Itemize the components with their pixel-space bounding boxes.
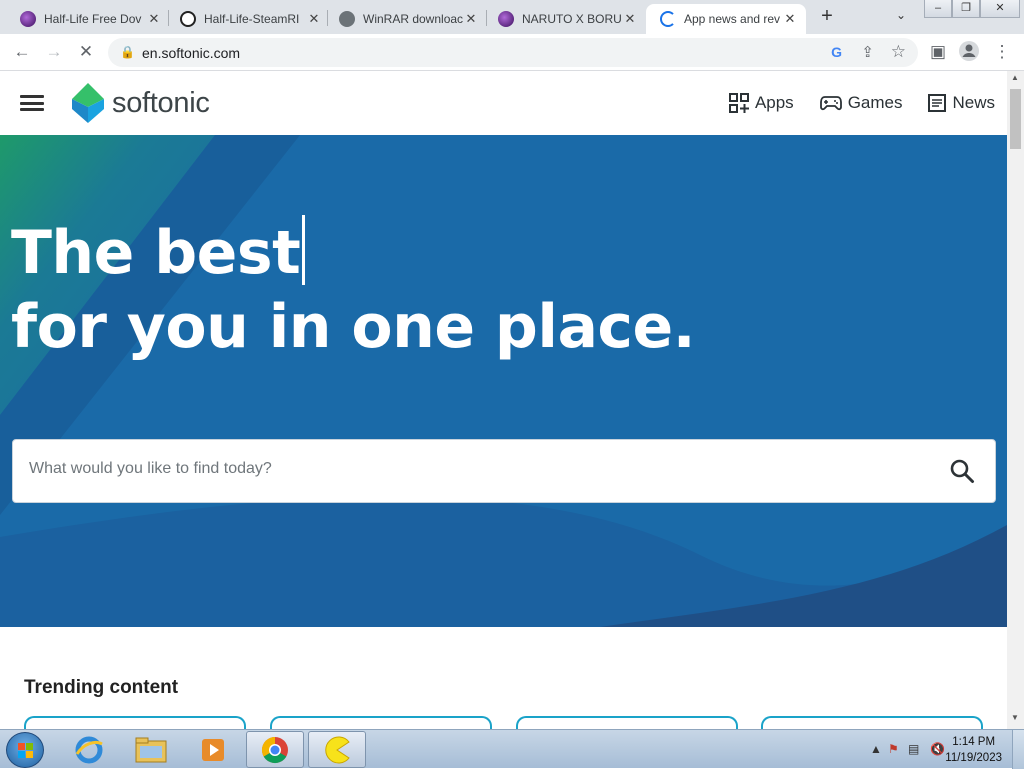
steam-icon [180,11,196,27]
hero-banner: The best for you in one place. [0,135,1007,627]
nav-news-label: News [952,93,995,112]
search-icon[interactable] [949,458,975,484]
browser-tab[interactable]: Half-Life-SteamRI ✕ [166,4,330,34]
trending-card[interactable] [270,716,492,729]
softonic-logo-icon [72,83,104,123]
minimize-button[interactable]: – [924,0,952,18]
search-box[interactable] [12,439,996,503]
volume-muted-icon[interactable]: 🔇 [930,742,945,756]
apps-grid-icon [728,93,749,113]
browser-tab-active[interactable]: App news and rev ✕ [646,4,806,34]
browser-tab[interactable]: NARUTO X BORU ✕ [484,4,646,34]
tab-search-chevron-icon[interactable]: ⌄ [896,8,906,22]
browser-toolbar: ← → ✕ 🔒 en.softonic.com G ⇪ ☆ ▣ ⋮ [0,34,1024,71]
close-tab-icon[interactable]: ✕ [146,11,162,27]
nav-games[interactable]: Games [819,93,903,113]
share-icon[interactable]: ⇪ [861,43,874,61]
clock-time: 1:14 PM [952,736,996,748]
close-tab-icon[interactable]: ✕ [782,11,798,27]
softonic-logo[interactable]: softonic [70,83,210,123]
search-input[interactable] [29,460,909,478]
main-nav: Apps Games News [728,93,995,113]
tab-title: Half-Life Free Dov [44,12,142,26]
tab-title: WinRAR downloac [363,12,463,26]
system-tray: ▲ ⚑ ▤ 🔇 1:14 PM 11/19/2023 [834,730,1024,769]
trending-card[interactable] [516,716,738,729]
network-icon[interactable]: ▤ [908,742,919,756]
loading-spinner-icon [660,11,676,27]
hero-heading: The best for you in one place. [11,215,695,364]
web-page: softonic Apps Games News The best for yo… [0,71,1007,729]
lock-icon[interactable]: 🔒 [120,45,135,59]
media-player-icon[interactable] [184,731,242,768]
tab-title: App news and rev [684,12,781,26]
back-arrow-icon[interactable]: ← [12,42,32,62]
pacman-game-icon[interactable] [308,731,366,768]
page-scrollbar[interactable]: ▲ ▼ [1007,71,1024,729]
globe-icon [339,11,355,27]
browser-tab[interactable]: Half-Life Free Dov ✕ [6,4,170,34]
window-controls: – ❐ ✕ [924,0,1020,18]
close-tab-icon[interactable]: ✕ [306,11,322,27]
stop-loading-icon[interactable]: ✕ [76,42,96,62]
nav-news[interactable]: News [928,93,995,113]
action-center-flag-icon[interactable]: ⚑ [888,742,899,756]
trending-card[interactable] [24,716,246,729]
purple-ball-icon [20,11,36,27]
scroll-up-arrow-icon[interactable]: ▲ [1011,73,1019,82]
side-panel-icon[interactable]: ▣ [928,42,948,62]
nav-apps[interactable]: Apps [728,93,794,113]
tab-title: Half-Life-SteamRI [204,12,300,26]
clock-date: 11/19/2023 [945,752,1002,764]
internet-explorer-icon[interactable] [60,731,118,768]
scroll-down-arrow-icon[interactable]: ▼ [1011,713,1019,722]
site-header: softonic Apps Games News [0,71,1007,135]
logo-text: softonic [112,86,210,119]
nav-apps-label: Apps [754,93,794,112]
show-desktop-button[interactable] [1012,730,1024,769]
scrollbar-thumb[interactable] [1010,89,1021,149]
chrome-taskbar-icon[interactable] [246,731,304,768]
taskbar-clock[interactable]: 1:14 PM 11/19/2023 [945,734,1002,766]
nav-games-label: Games [847,93,903,112]
hero-line-2: for you in one place. [11,292,695,362]
url-text[interactable]: en.softonic.com [142,45,240,61]
more-menu-icon[interactable]: ⋮ [992,42,1012,62]
typing-caret [302,215,306,285]
windows-taskbar: ▲ ⚑ ▤ 🔇 1:14 PM 11/19/2023 [0,729,1024,769]
close-tab-icon[interactable]: ✕ [622,11,638,27]
trending-card[interactable] [761,716,983,729]
google-lens-icon[interactable]: G [831,44,842,60]
purple-ball-icon [498,11,514,27]
news-article-icon [928,94,947,112]
browser-tab[interactable]: WinRAR downloac ✕ [325,4,487,34]
windows-logo-icon [18,743,33,758]
tab-title: NARUTO X BORU [522,12,622,26]
address-bar[interactable]: 🔒 en.softonic.com G ⇪ ☆ [108,38,918,67]
close-window-button[interactable]: ✕ [980,0,1020,18]
file-explorer-icon[interactable] [122,731,180,768]
start-button[interactable] [6,732,44,768]
gamepad-icon [819,96,842,111]
restore-button[interactable]: ❐ [952,0,980,18]
trending-heading: Trending content [24,677,179,698]
hero-background [0,135,1007,627]
bookmark-star-icon[interactable]: ☆ [891,42,906,62]
tab-strip: Half-Life Free Dov ✕ Half-Life-SteamRI ✕… [0,0,1024,34]
hamburger-menu-icon[interactable] [20,95,44,111]
show-hidden-icons-icon[interactable]: ▲ [870,742,882,756]
hero-line-1: The best [11,218,301,288]
profile-avatar-icon[interactable] [958,40,979,67]
new-tab-button[interactable]: + [816,6,838,28]
forward-arrow-icon[interactable]: → [44,42,64,62]
close-tab-icon[interactable]: ✕ [463,11,479,27]
